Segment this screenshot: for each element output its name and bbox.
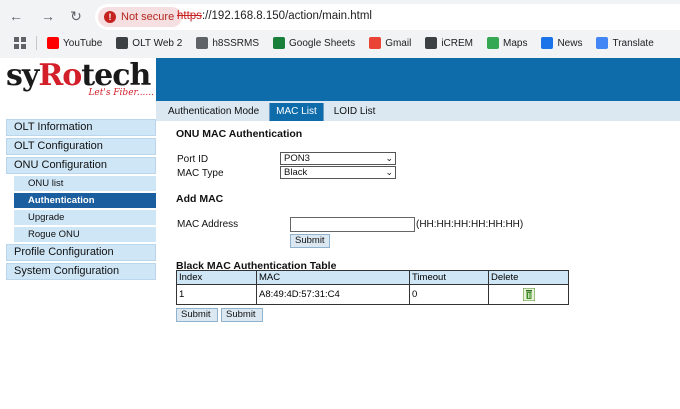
security-label: Not secure <box>121 11 175 23</box>
bookmark-label: h8SSRMS <box>212 37 260 49</box>
sidebar-item-system-configuration[interactable]: System Configuration <box>6 263 156 280</box>
cell-delete <box>488 284 569 305</box>
main-content: ONU MAC Authentication Port ID PON3 ⌄ MA… <box>156 121 680 409</box>
bookmark-favicon-icon <box>486 37 499 49</box>
bookmark-item[interactable]: Maps <box>486 37 528 49</box>
syrotech-logo: syRotech Let's Fiber...... <box>6 58 156 101</box>
add-mac-submit-button[interactable]: Submit <box>290 234 330 248</box>
url-text[interactable]: https://192.168.8.150/action/main.html <box>177 10 372 22</box>
bookmarks-divider <box>36 36 37 50</box>
sidebar-menu: OLT Information OLT Configuration ONU Co… <box>6 119 156 282</box>
bookmark-item[interactable]: News <box>541 37 582 49</box>
bookmark-label: Translate <box>612 37 654 49</box>
sidebar-item-onu-list[interactable]: ONU list <box>14 176 156 191</box>
sidebar-item-profile-configuration[interactable]: Profile Configuration <box>6 244 156 261</box>
bookmark-label: Maps <box>502 37 528 49</box>
port-id-label: Port ID <box>177 154 209 165</box>
mac-address-input[interactable] <box>290 217 415 232</box>
security-indicator[interactable]: ! Not secure <box>98 7 183 27</box>
bookmark-favicon-icon <box>273 37 286 49</box>
bookmark-item[interactable]: h8SSRMS <box>196 37 259 49</box>
logo-tagline: Let's Fiber...... <box>88 88 154 98</box>
olt-web-page: syRotech Let's Fiber...... Authenticatio… <box>6 58 680 409</box>
bookmarks-bar: YouTube OLT Web 2 h8SSRMS Google Sheets Gmai… <box>0 31 680 55</box>
column-header-index: Index <box>176 270 257 285</box>
sidebar-item-upgrade[interactable]: Upgrade <box>14 210 156 225</box>
table-row: 1 A8:49:4D:57:31:C4 0 <box>176 284 569 305</box>
mac-type-label: MAC Type <box>177 168 224 179</box>
warning-icon: ! <box>104 11 116 23</box>
bookmark-item[interactable]: OLT Web 2 <box>116 37 182 49</box>
mac-format-hint: (HH:HH:HH:HH:HH:HH) <box>416 219 524 230</box>
bookmark-favicon-icon <box>116 37 129 49</box>
bookmark-label: Gmail <box>385 37 412 49</box>
forward-arrow-icon[interactable]: → <box>38 6 58 26</box>
sidebar-item-onu-configuration[interactable]: ONU Configuration <box>6 157 156 174</box>
browser-nav-row: ← → ↻ ! Not secure https://192.168.8.150… <box>0 3 680 30</box>
mac-address-label: MAC Address <box>177 219 239 230</box>
url-scheme: https <box>177 10 202 22</box>
header-band <box>156 58 680 101</box>
bookmark-list: YouTube OLT Web 2 h8SSRMS Google Sheets Gmai… <box>47 37 668 49</box>
sidebar-item-rogue-onu[interactable]: Rogue ONU <box>14 227 156 242</box>
tab-authentication-mode[interactable]: Authentication Mode <box>162 103 265 121</box>
bookmark-label: Google Sheets <box>289 37 356 49</box>
bookmark-label: OLT Web 2 <box>132 37 183 49</box>
chevron-down-icon: ⌄ <box>385 153 393 163</box>
bookmark-label: YouTube <box>63 37 103 49</box>
section-title: ONU MAC Authentication <box>176 128 303 140</box>
add-mac-title: Add MAC <box>176 193 224 205</box>
cell-index: 1 <box>176 284 257 305</box>
back-arrow-icon[interactable]: ← <box>6 6 26 26</box>
bookmark-label: iCREM <box>441 37 473 49</box>
address-bar[interactable]: ! Not secure https://192.168.8.150/actio… <box>95 4 680 30</box>
bookmark-favicon-icon <box>369 37 382 49</box>
port-id-select[interactable]: PON3 ⌄ <box>280 152 396 165</box>
browser-chrome: ← → ↻ ! Not secure https://192.168.8.150… <box>0 0 680 58</box>
reload-icon[interactable]: ↻ <box>66 6 86 26</box>
sidebar-item-authentication[interactable]: Authentication <box>14 193 156 208</box>
apps-grid-icon[interactable] <box>14 37 26 49</box>
bookmark-favicon-icon <box>541 37 554 49</box>
column-header-timeout: Timeout <box>409 270 489 285</box>
cell-timeout: 0 <box>409 284 489 305</box>
column-header-delete: Delete <box>488 270 569 285</box>
bookmark-item[interactable]: Translate <box>596 37 654 49</box>
mac-table: Index MAC Timeout Delete 1 A8:49:4D:57:3… <box>176 270 569 305</box>
bookmark-favicon-icon <box>196 37 209 49</box>
bookmark-label: News <box>557 37 583 49</box>
tab-bar: Authentication Mode MAC List LOID List <box>156 101 680 121</box>
table-header-row: Index MAC Timeout Delete <box>176 270 569 285</box>
table-submit-button-1[interactable]: Submit <box>176 308 218 322</box>
port-id-value: PON3 <box>284 153 310 164</box>
tab-mac-list[interactable]: MAC List <box>269 103 324 121</box>
cell-mac: A8:49:4D:57:31:C4 <box>256 284 410 305</box>
tab-loid-list[interactable]: LOID List <box>328 103 382 121</box>
table-submit-button-2[interactable]: Submit <box>221 308 263 322</box>
bookmark-item[interactable]: YouTube <box>47 37 102 49</box>
mac-type-value: Black <box>284 167 308 178</box>
bookmark-item[interactable]: Gmail <box>369 37 411 49</box>
column-header-mac: MAC <box>256 270 410 285</box>
bookmark-favicon-icon <box>425 37 438 49</box>
bookmark-item[interactable]: Google Sheets <box>273 37 355 49</box>
sidebar-item-olt-configuration[interactable]: OLT Configuration <box>6 138 156 155</box>
url-path: ://192.168.8.150/action/main.html <box>201 10 372 22</box>
sidebar-item-olt-information[interactable]: OLT Information <box>6 119 156 136</box>
mac-type-select[interactable]: Black ⌄ <box>280 166 396 179</box>
bookmark-item[interactable]: iCREM <box>425 37 473 49</box>
trash-icon[interactable] <box>522 288 535 301</box>
bookmark-favicon-icon <box>47 37 59 49</box>
bookmark-favicon-icon <box>596 37 609 49</box>
chevron-down-icon: ⌄ <box>385 167 393 177</box>
